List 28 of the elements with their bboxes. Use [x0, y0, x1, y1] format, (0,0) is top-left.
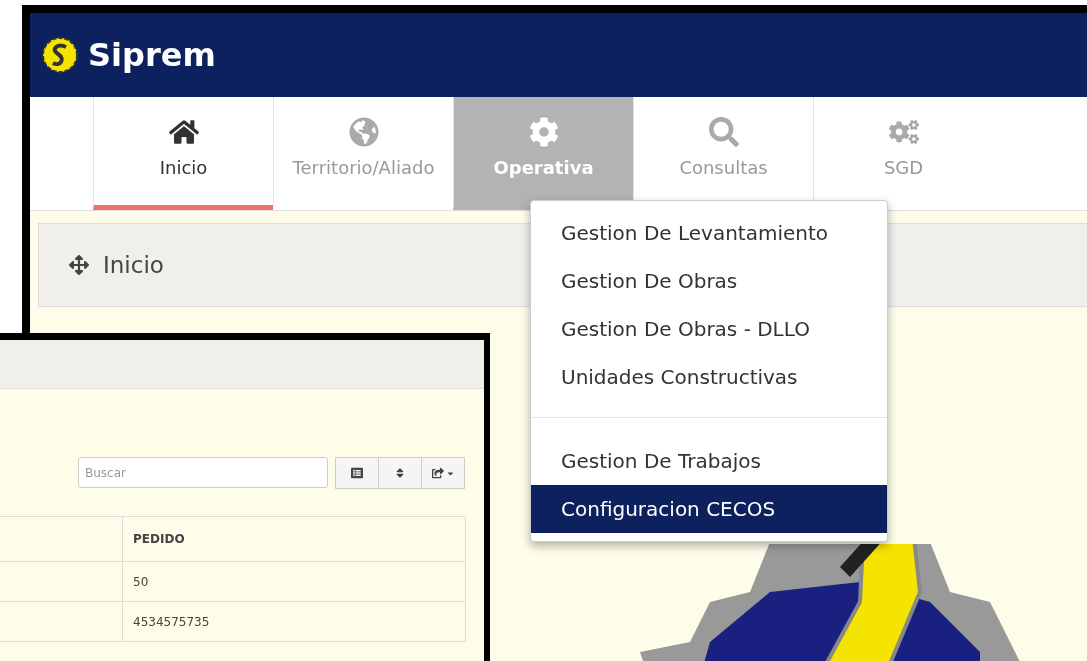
search-field[interactable]: Buscar: [78, 457, 328, 488]
app-title: Siprem: [88, 36, 216, 74]
globe-icon: [348, 116, 379, 147]
table-cell: 4534575735: [122, 601, 466, 642]
menu-item[interactable]: Unidades Constructivas: [531, 353, 887, 401]
tab-label: Inicio: [159, 156, 208, 178]
list-icon: [351, 467, 363, 479]
table-cell: 50: [122, 561, 466, 602]
gear-icon: [528, 116, 559, 147]
export-button[interactable]: [421, 457, 465, 489]
column-header: PEDIDO: [122, 516, 466, 562]
menu-item[interactable]: Configuracion CECOS: [531, 485, 887, 533]
tab-label: Consultas: [679, 156, 768, 178]
menu-item[interactable]: Gestion De Trabajos: [531, 437, 887, 485]
sort-icon: [394, 467, 406, 479]
search-icon: [708, 116, 739, 147]
menu-item[interactable]: Gestion De Levantamiento: [531, 209, 887, 257]
menu-item[interactable]: Gestion De Obras - DLLO: [531, 305, 887, 353]
tab-label: Territorio/Aliado: [292, 156, 435, 178]
move-icon: [69, 255, 89, 275]
breadcrumb-title: Inicio: [103, 252, 164, 278]
tab-label: SGD: [883, 156, 924, 178]
tab-label: Operativa: [493, 156, 594, 178]
share-icon: [431, 467, 444, 479]
logo-icon: [40, 35, 80, 75]
nav-tab[interactable]: Inicio: [93, 97, 273, 210]
columns-button[interactable]: [335, 457, 379, 489]
menu-item[interactable]: Gestion De Obras: [531, 257, 887, 305]
